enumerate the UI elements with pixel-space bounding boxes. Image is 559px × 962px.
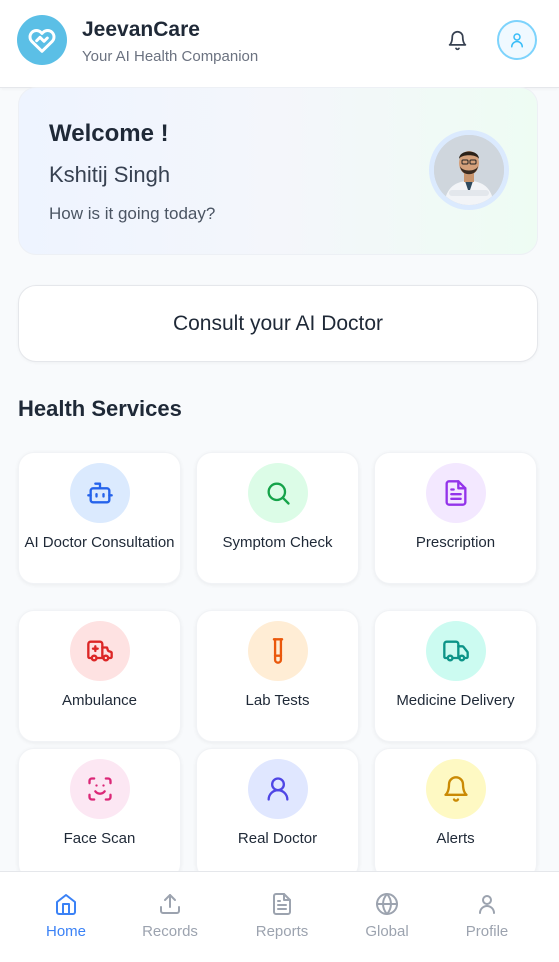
- welcome-question: How is it going today?: [49, 204, 216, 223]
- service-label: Real Doctor: [237, 830, 318, 847]
- consult-ai-doctor-button[interactable]: Consult your AI Doctor: [18, 285, 538, 362]
- bottom-navigation: Home Records Reports Global Profile: [0, 871, 559, 962]
- service-card-medicine-delivery[interactable]: Medicine Delivery: [374, 610, 537, 742]
- user-icon: [511, 33, 523, 48]
- service-card-alerts[interactable]: Alerts: [374, 748, 537, 880]
- service-card-prescription[interactable]: Prescription: [374, 452, 537, 584]
- service-card-lab-tests[interactable]: Lab Tests: [196, 610, 359, 742]
- service-label: Symptom Check: [222, 534, 333, 551]
- avatar: [429, 130, 509, 210]
- home-icon: [56, 894, 76, 915]
- nav-label: Global: [365, 923, 409, 940]
- service-label: Face Scan: [63, 830, 136, 847]
- user-icon: [479, 895, 495, 914]
- service-card-symptom-check[interactable]: Symptom Check: [196, 452, 359, 584]
- file-text-icon: [273, 893, 291, 915]
- bot-icon: [70, 463, 130, 523]
- upload-icon: [160, 894, 180, 914]
- file-text-icon: [426, 463, 486, 523]
- nav-item-profile[interactable]: Profile: [437, 872, 537, 962]
- service-card-face-scan[interactable]: Face Scan: [18, 748, 181, 880]
- welcome-title: Welcome !: [49, 120, 169, 147]
- service-card-ambulance[interactable]: Ambulance: [18, 610, 181, 742]
- notifications-button[interactable]: [444, 27, 470, 53]
- welcome-card: Welcome ! Kshitij Singh How is it going …: [18, 87, 538, 255]
- nav-item-reports[interactable]: Reports: [232, 872, 332, 962]
- service-label: Prescription: [415, 534, 496, 551]
- nav-label: Reports: [255, 923, 309, 940]
- heart-logo-icon: [17, 15, 67, 65]
- bell-icon: [448, 30, 466, 50]
- service-label: Alerts: [436, 830, 475, 847]
- service-label: Lab Tests: [245, 692, 310, 709]
- search-icon: [248, 463, 308, 523]
- globe-icon: [376, 893, 398, 915]
- nav-label: Records: [142, 923, 198, 940]
- service-card-real-doctor[interactable]: Real Doctor: [196, 748, 359, 880]
- nav-label: Profile: [465, 923, 509, 940]
- user-icon: [248, 759, 308, 819]
- service-label: AI Doctor Consultation: [24, 534, 175, 551]
- truck-icon: [426, 621, 486, 681]
- user-profile-button[interactable]: [497, 20, 537, 60]
- app-title: JeevanCare: [82, 18, 200, 41]
- app-header: JeevanCare Your AI Health Companion: [0, 0, 559, 88]
- service-label: Ambulance: [61, 692, 138, 709]
- app-subtitle: Your AI Health Companion: [82, 48, 259, 65]
- nav-label: Home: [45, 923, 86, 940]
- ambulance-icon: [70, 621, 130, 681]
- nav-item-records[interactable]: Records: [120, 872, 220, 962]
- nav-item-global[interactable]: Global: [337, 872, 437, 962]
- doctor-photo: [434, 135, 504, 205]
- service-label: Medicine Delivery: [396, 692, 515, 709]
- health-services-title: Health Services: [18, 396, 182, 421]
- nav-item-home[interactable]: Home: [16, 872, 116, 962]
- user-name: Kshitij Singh: [49, 162, 171, 187]
- bell-icon: [426, 759, 486, 819]
- test-tube-icon: [248, 621, 308, 681]
- service-card-ai-doctor-consultation[interactable]: AI Doctor Consultation: [18, 452, 181, 584]
- scan-face-icon: [70, 759, 130, 819]
